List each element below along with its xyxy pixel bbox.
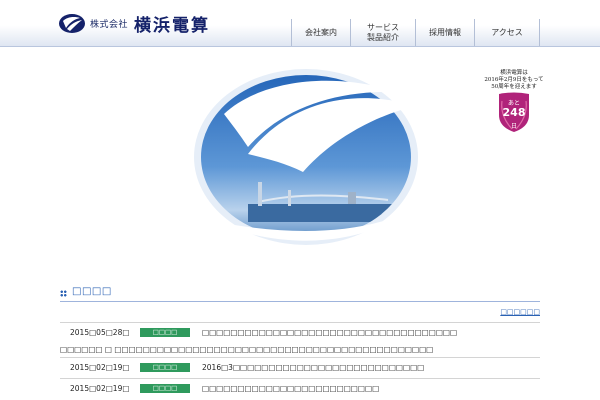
badge-line-2: 2016年2月9日をもって [484, 77, 544, 83]
news-list: 2015□05□28□ □□□□ □□□□□□□□□□□□□□□□□□□□□□□… [60, 322, 540, 399]
news-date: 2015□05□28□ [70, 328, 130, 337]
badge-unit: 日 [510, 123, 517, 130]
news-headline-link[interactable]: □□□□□□□□□□□□□□□□□□□□□□□□□ [202, 384, 532, 393]
news-date: 2015□02□19□ [70, 363, 130, 372]
dots-bullet-icon [60, 290, 67, 297]
news-category-badge: □□□□ [140, 328, 190, 337]
news-category-badge: □□□□ [140, 384, 190, 393]
news-item: 2015□02□19□ □□□□ □□□□□□□□□□□□□□□□□□□□□□□… [60, 378, 540, 399]
news-section-title: □□□□ [72, 286, 112, 297]
nav-label: サービス 製品紹介 [367, 22, 399, 42]
news-item-subtext: □□□□□□ □ □□□□□□□□□□□□□□□□□□□□□□□□□□□□□□□… [60, 345, 434, 354]
badge-line-3: 50周年を迎えます [491, 84, 537, 90]
nav-label: 採用情報 [429, 27, 461, 37]
nav-label: アクセス [491, 27, 523, 37]
badge-line-1: 横浜電算は [500, 70, 528, 76]
site-logo[interactable]: 株式会社 横浜電算 [58, 11, 210, 36]
company-name: 横浜電算 [134, 16, 211, 36]
news-more-link[interactable]: □□□□□□ [500, 308, 540, 316]
nav-label: 会社案内 [305, 27, 337, 37]
anniversary-badge[interactable]: 横浜電算は 2016年2月9日をもって 50周年を迎えます あと 248 日 [476, 70, 552, 132]
main-nav: 会社案内 サービス 製品紹介 採用情報 アクセス [291, 19, 540, 46]
badge-days-count: 248 [502, 106, 526, 119]
news-headline-link[interactable]: 2016□3□□□□□□□□□□□□□□□□□□□□□□□□□□□ [202, 363, 532, 372]
news-section-header: □□□□ [60, 286, 540, 302]
company-logo-icon [59, 14, 85, 33]
nav-item-recruit[interactable]: 採用情報 [416, 19, 475, 46]
hero-logo-image [194, 69, 418, 245]
nav-item-company[interactable]: 会社案内 [292, 19, 351, 46]
nav-item-access[interactable]: アクセス [475, 19, 540, 46]
news-headline-link[interactable]: □□□□□□□□□□□□□□□□□□□□□□□□□□□□□□□□□□□□ [202, 328, 532, 337]
news-date: 2015□02□19□ [70, 384, 130, 393]
news-item: 2015□02□19□ □□□□ 2016□3□□□□□□□□□□□□□□□□□… [60, 357, 540, 378]
company-prefix: 株式会社 [90, 20, 129, 30]
news-item: 2015□05□28□ □□□□ □□□□□□□□□□□□□□□□□□□□□□□… [60, 322, 540, 343]
nav-item-services[interactable]: サービス 製品紹介 [351, 19, 416, 46]
site-header: 株式会社 横浜電算 会社案内 サービス 製品紹介 採用情報 アクセス [0, 0, 600, 47]
news-category-badge: □□□□ [140, 363, 190, 372]
